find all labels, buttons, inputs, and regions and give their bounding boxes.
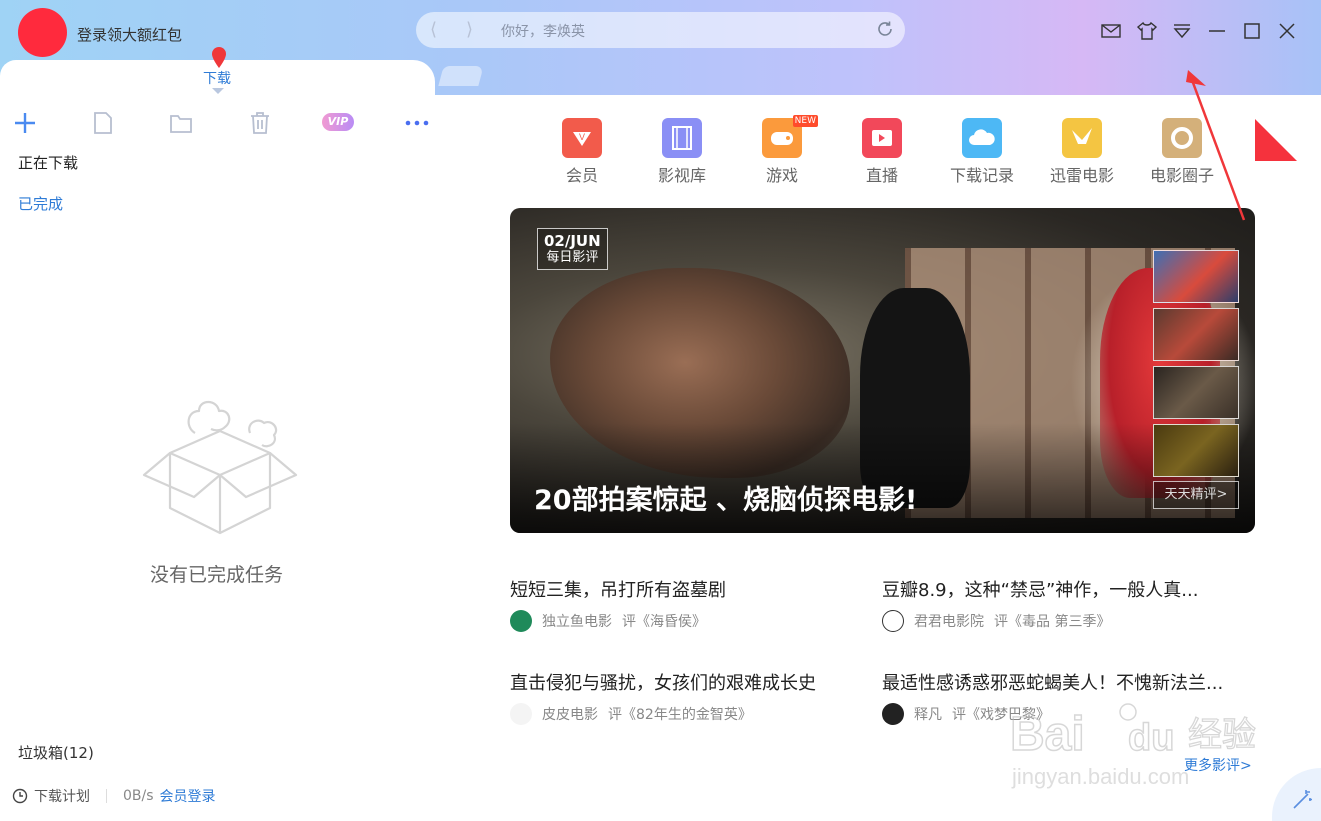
- banner-thumbnail[interactable]: [1153, 250, 1239, 303]
- gamepad-icon: NEW: [762, 115, 818, 158]
- mail-icon[interactable]: [1100, 20, 1122, 42]
- annotation-arrow-icon: [1186, 70, 1246, 221]
- more-options-icon[interactable]: [404, 110, 430, 136]
- new-badge: NEW: [792, 115, 818, 127]
- file-icon[interactable]: [90, 110, 116, 136]
- article-item[interactable]: 直击侵犯与骚扰，女孩们的艰难成长史 皮皮电影 评《82年生的金智英》: [510, 669, 816, 725]
- maximize-icon[interactable]: [1241, 20, 1263, 42]
- svg-text:V: V: [579, 132, 585, 142]
- forward-icon[interactable]: ⟩: [466, 19, 473, 40]
- article-author[interactable]: 皮皮电影: [542, 704, 598, 724]
- member-login-link[interactable]: 会员登录: [160, 786, 216, 806]
- more-reviews-link[interactable]: 更多影评>: [1184, 755, 1252, 775]
- back-icon[interactable]: ⟨: [430, 19, 437, 40]
- quick-icon-xunlei-movie[interactable]: 迅雷电影: [1042, 118, 1122, 186]
- article-review: 评《海昏侯》: [622, 614, 706, 630]
- quick-icon-live[interactable]: 直播: [842, 118, 922, 186]
- banner-tag: 每日影评: [546, 250, 599, 265]
- login-red-packet-link[interactable]: 登录领大额红包: [77, 24, 182, 45]
- download-speed: 0B/s: [123, 788, 154, 804]
- author-avatar: [510, 703, 532, 725]
- article-item[interactable]: 短短三集，吊打所有盗墓剧 独立鱼电影 评《海昏侯》: [510, 576, 726, 632]
- vip-button[interactable]: VIP: [322, 113, 354, 131]
- clock-icon: [12, 788, 28, 804]
- new-tab-button[interactable]: [438, 66, 484, 86]
- quick-icon-label: 迅雷电影: [1049, 166, 1114, 185]
- download-plan-link[interactable]: 下载计划: [34, 786, 90, 806]
- quick-icon-label: 直播: [865, 166, 898, 185]
- watermark-text: Bai: [1010, 708, 1085, 761]
- user-avatar[interactable]: [18, 8, 67, 57]
- article-title[interactable]: 直击侵犯与骚扰，女孩们的艰难成长史: [510, 669, 816, 695]
- quick-icon-label: 会员: [565, 166, 598, 185]
- featured-banner[interactable]: 02/JUN 每日影评 20部拍案惊起 、烧脑侦探电影! 天天精评>: [510, 208, 1255, 533]
- watermark-text: 经验: [1188, 715, 1256, 755]
- watermark-text: jingyan.baidu.com: [1011, 764, 1189, 789]
- article-author[interactable]: 释凡: [914, 704, 942, 724]
- article-review: 评《82年生的金智英》: [608, 707, 752, 723]
- quick-icon-film-library[interactable]: 影视库: [642, 118, 722, 186]
- refresh-icon[interactable]: [875, 19, 895, 39]
- search-input[interactable]: 你好，李焕英: [501, 21, 585, 41]
- quick-icon-label: 影视库: [657, 166, 706, 185]
- bird-icon: [1062, 118, 1102, 158]
- banner-date: 02/JUN: [544, 232, 601, 250]
- empty-box-icon: [142, 400, 298, 535]
- author-avatar: [882, 703, 904, 725]
- article-review: 评《毒品 第三季》: [994, 614, 1111, 630]
- folder-icon[interactable]: [168, 110, 194, 136]
- minimize-icon[interactable]: [1206, 20, 1228, 42]
- close-icon[interactable]: [1276, 20, 1298, 42]
- quick-icon-vip[interactable]: V 会员: [542, 118, 622, 186]
- banner-thumbnail[interactable]: [1153, 366, 1239, 419]
- location-pin-icon: [212, 47, 226, 68]
- daily-review-tag: 02/JUN 每日影评: [537, 228, 608, 270]
- baidu-jingyan-watermark: Bai du 经验 jingyan.baidu.com: [1010, 703, 1257, 789]
- trash-folder[interactable]: 垃圾箱(12): [18, 742, 94, 763]
- banner-title[interactable]: 20部拍案惊起 、烧脑侦探电影!: [534, 478, 917, 517]
- article-title[interactable]: 豆瓣8.9，这种“禁忌”神作，一般人真...: [882, 576, 1198, 602]
- tab-download-label[interactable]: 下载: [203, 68, 231, 88]
- daily-review-button[interactable]: 天天精评>: [1153, 481, 1239, 509]
- menu-dropdown-icon[interactable]: [1171, 20, 1193, 42]
- quick-icon-download-history[interactable]: 下载记录: [942, 118, 1022, 186]
- banner-thumbnail[interactable]: [1153, 308, 1239, 361]
- tab-caret-icon: [212, 88, 224, 94]
- banner-thumbnail[interactable]: [1153, 424, 1239, 477]
- sidebar-item-completed[interactable]: 已完成: [18, 193, 63, 214]
- cloud-icon: [962, 118, 1002, 158]
- report-ribbon[interactable]: 举报 有害信息: [1255, 95, 1321, 161]
- watermark-text: du: [1128, 717, 1174, 759]
- author-avatar: [510, 610, 532, 632]
- tv-play-icon: [862, 118, 902, 158]
- sidebar-item-downloading[interactable]: 正在下载: [18, 152, 78, 173]
- article-item[interactable]: 豆瓣8.9，这种“禁忌”神作，一般人真... 君君电影院 评《毒品 第三季》: [882, 576, 1198, 632]
- article-author[interactable]: 独立鱼电影: [542, 611, 612, 631]
- quick-icon-label: 下载记录: [949, 166, 1014, 185]
- article-author[interactable]: 君君电影院: [914, 611, 984, 631]
- search-bar[interactable]: ⟨ ⟩ 你好，李焕英: [416, 12, 905, 48]
- vip-diamond-icon: V: [562, 118, 602, 158]
- status-divider: [106, 789, 107, 803]
- magic-wand-icon: [1293, 790, 1312, 809]
- film-icon: [662, 118, 702, 158]
- skin-shirt-icon[interactable]: [1136, 20, 1158, 42]
- author-avatar: [882, 610, 904, 632]
- status-bar: 下载计划 0B/s 会员登录: [12, 786, 216, 806]
- add-task-icon[interactable]: [12, 110, 38, 136]
- quick-icon-label: 游戏: [765, 166, 798, 185]
- article-title[interactable]: 短短三集，吊打所有盗墓剧: [510, 576, 726, 602]
- quick-icon-games[interactable]: NEW 游戏: [742, 115, 822, 186]
- delete-icon[interactable]: [247, 110, 273, 136]
- empty-state-text: 没有已完成任务: [150, 564, 284, 586]
